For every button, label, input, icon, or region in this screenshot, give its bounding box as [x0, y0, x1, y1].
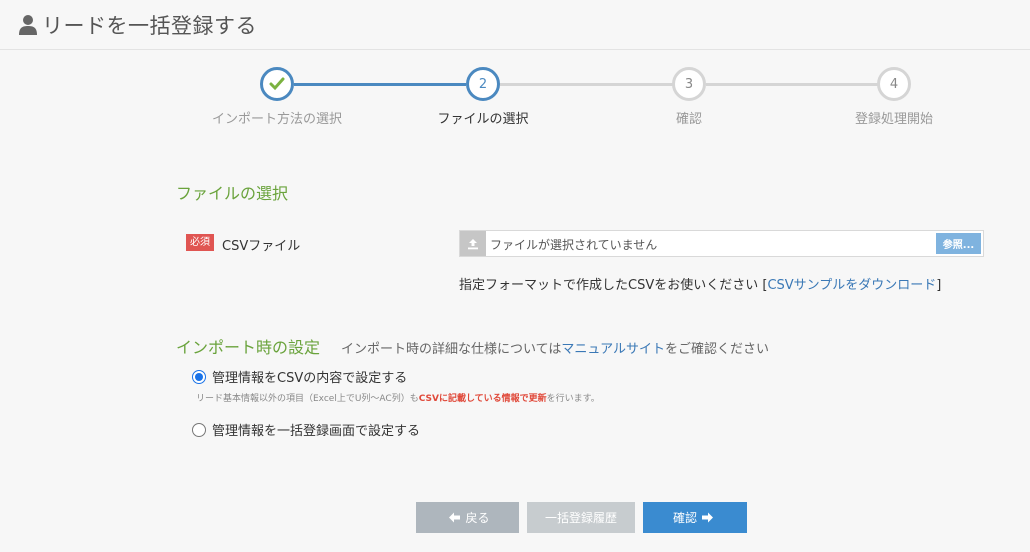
sub-note-suffix: を行います。 [546, 394, 600, 404]
check-icon [269, 77, 285, 91]
csv-file-input[interactable]: ファイルが選択されていません 参照... [459, 230, 984, 257]
csv-file-label: CSVファイル [222, 239, 301, 254]
import-hint-prefix: インポート時の詳細な仕様については [341, 342, 562, 357]
manual-site-link[interactable]: マニュアルサイト [561, 342, 665, 357]
radio-button-checked[interactable] [192, 369, 206, 384]
arrow-right-icon [702, 512, 713, 523]
import-section-title: インポート時の設定 [176, 338, 321, 357]
upload-icon [460, 231, 486, 256]
radio-button-unchecked[interactable] [192, 422, 206, 437]
file-section-title: ファイルの選択 [176, 184, 289, 203]
step-2-label: ファイルの選択 [437, 112, 529, 127]
format-note: 指定フォーマットで作成したCSVをお使いください [CSVサンプルをダウンロード… [459, 274, 941, 293]
confirm-button[interactable]: 確認 [643, 502, 747, 533]
arrow-left-icon [449, 512, 461, 523]
radio-option-csv-label: 管理情報をCSVの内容で設定する [212, 371, 408, 386]
page-title: リードを一括登録する [42, 14, 257, 38]
browse-button[interactable]: 参照... [936, 233, 981, 254]
page-header: リードを一括登録する [0, 0, 1030, 50]
csv-update-note: リード基本情報以外の項目（Excel上でU列〜AC列）もCSVに記載している情報… [196, 391, 600, 404]
required-badge: 必須 [186, 234, 214, 251]
step-3-label: 確認 [675, 112, 702, 127]
step-line-done [294, 83, 466, 86]
bulk-history-button-label: 一括登録履歴 [544, 511, 617, 525]
step-4-label: 登録処理開始 [854, 112, 933, 127]
csv-sample-download-link[interactable]: CSVサンプルをダウンロード [767, 278, 936, 293]
file-placeholder: ファイルが選択されていません [490, 238, 658, 252]
step-4-circle: 4 [877, 67, 911, 101]
sub-note-prefix: リード基本情報以外の項目（Excel上でU列〜AC列）も [196, 394, 419, 404]
back-button-label: 戻る [465, 511, 490, 525]
confirm-button-label: 確認 [672, 511, 697, 525]
step-1-circle [260, 67, 294, 101]
back-button[interactable]: 戻る [416, 502, 519, 533]
radio-option-csv[interactable]: 管理情報をCSVの内容で設定する [192, 367, 407, 386]
sub-note-highlight: CSVに記載している情報で更新 [418, 394, 547, 404]
step-2-circle: 2 [466, 67, 500, 101]
bulk-history-button[interactable]: 一括登録履歴 [527, 502, 635, 533]
import-hint-suffix: をご確認ください [664, 342, 769, 357]
step-line-pending [706, 83, 879, 86]
format-note-suffix: ] [936, 278, 942, 293]
step-3-circle: 3 [672, 67, 706, 101]
stepper: 2 3 4 インポート方法の選択 ファイルの選択 確認 登録処理開始 [0, 60, 1030, 130]
radio-option-screen[interactable]: 管理情報を一括登録画面で設定する [192, 420, 420, 439]
radio-option-screen-label: 管理情報を一括登録画面で設定する [212, 424, 421, 439]
import-hint: インポート時の詳細な仕様についてはマニュアルサイトをご確認ください [341, 338, 769, 357]
step-1-label: インポート方法の選択 [211, 112, 342, 127]
user-icon [18, 14, 38, 36]
step-line-pending [500, 83, 673, 86]
format-note-prefix: 指定フォーマットで作成したCSVをお使いください [ [459, 278, 768, 293]
